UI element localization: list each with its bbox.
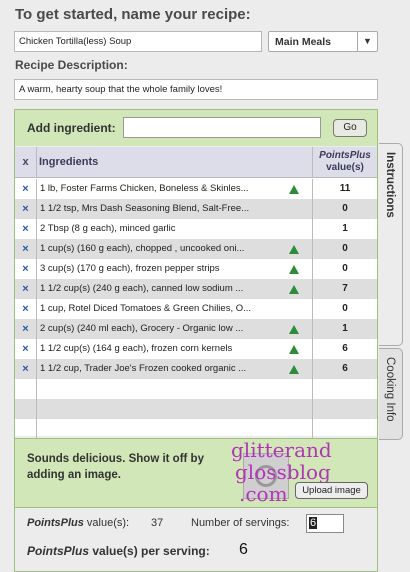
ingredient-text[interactable]: 1 cup, Rotel Diced Tomatoes & Green Chil…: [40, 299, 285, 319]
remove-ingredient-button[interactable]: ×: [15, 219, 37, 239]
remove-ingredient-button[interactable]: ×: [15, 199, 37, 219]
remove-column-header: x: [15, 147, 37, 178]
tab-cooking-info[interactable]: Cooking Info: [379, 348, 403, 440]
category-selected-value: Main Meals: [275, 36, 332, 48]
total-points-label: PointsPlus value(s):: [27, 517, 129, 529]
table-row: × 3 cup(s) (170 g each), frozen pepper st…: [15, 259, 377, 279]
points-column-header: PointsPlus value(s): [312, 147, 377, 178]
tab-cooking-info-label: Cooking Info: [384, 357, 396, 422]
green-triangle-icon: [289, 185, 299, 194]
category-select[interactable]: Main Meals ▼: [268, 31, 378, 52]
remove-ingredient-button[interactable]: ×: [15, 359, 37, 379]
watermark-line-2: glossblog: [235, 460, 331, 484]
empty-row-cell: [312, 399, 377, 419]
table-row: × 1 lb, Foster Farms Chicken, Boneless & …: [15, 179, 377, 199]
ingredient-text[interactable]: 1 1/2 cup(s) (164 g each), frozen corn k…: [40, 339, 285, 359]
total-points-brand: PointsPlus: [27, 517, 84, 529]
servings-value: 6: [309, 517, 318, 529]
description-input[interactable]: A warm, hearty soup that the whole famil…: [14, 79, 378, 100]
table-row: × 2 cup(s) (240 ml each), Grocery - Organ…: [15, 319, 377, 339]
remove-ingredient-button[interactable]: ×: [15, 339, 37, 359]
image-upload-bar: Sounds delicious. Show it off by adding …: [15, 438, 377, 508]
description-label: Recipe Description:: [15, 58, 128, 72]
ingredient-text[interactable]: 1 cup(s) (160 g each), chopped , uncooke…: [40, 239, 285, 259]
servings-input[interactable]: 6: [306, 514, 344, 533]
recipe-builder-panel: Add ingredient: Go x Ingredients PointsP…: [14, 109, 378, 572]
page-title: To get started, name your recipe:: [15, 6, 251, 23]
ingredient-text[interactable]: 1 1/2 cup, Trader Joe's Frozen cooked or…: [40, 359, 285, 379]
ingredient-points: 1: [312, 219, 377, 239]
table-row: × 1 1/2 cup(s) (240 g each), canned low s…: [15, 279, 377, 299]
green-triangle-icon: [289, 245, 299, 254]
add-ingredient-bar: Add ingredient: Go: [15, 110, 377, 146]
empty-row-cell: [15, 419, 37, 439]
green-triangle-icon: [289, 285, 299, 294]
total-points-value: 37: [151, 517, 164, 529]
recipe-name-input[interactable]: Chicken Tortilla(less) Soup: [14, 31, 262, 52]
ingredient-points: 6: [312, 359, 377, 379]
table-row: × 1 1/2 tsp, Mrs Dash Seasoning Blend, Sa…: [15, 199, 377, 219]
empty-row-cell: [312, 379, 377, 399]
per-serving-value: 6: [239, 541, 248, 558]
table-row: × 1 cup(s) (160 g each), chopped , uncook…: [15, 239, 377, 259]
ingredient-points: 0: [312, 239, 377, 259]
ingredient-points: 7: [312, 279, 377, 299]
points-summary: PointsPlus value(s): 37 Number of servin…: [15, 509, 377, 571]
remove-ingredient-button[interactable]: ×: [15, 319, 37, 339]
tab-instructions-label: Instructions: [384, 152, 396, 218]
servings-label: Number of servings:: [191, 517, 290, 529]
add-ingredient-label: Add ingredient:: [27, 121, 116, 135]
ingredient-text[interactable]: 1 1/2 cup(s) (240 g each), canned low so…: [40, 279, 285, 299]
ingredient-text[interactable]: 2 Tbsp (8 g each), minced garlic: [40, 219, 285, 239]
upload-image-button[interactable]: Upload image: [295, 482, 368, 499]
remove-ingredient-button[interactable]: ×: [15, 299, 37, 319]
chevron-down-icon[interactable]: ▼: [357, 32, 377, 51]
table-row: × 2 Tbsp (8 g each), minced garlic 1: [15, 219, 377, 239]
add-ingredient-input[interactable]: [123, 117, 321, 138]
watermark-line-1: glitterand: [231, 438, 332, 462]
ingredient-points: 0: [312, 299, 377, 319]
empty-row-cell: [15, 399, 37, 419]
empty-table-row: [15, 419, 377, 439]
ingredient-text[interactable]: 3 cup(s) (170 g each), frozen pepper str…: [40, 259, 285, 279]
points-header-unit: value(s): [326, 162, 364, 173]
ingredient-text[interactable]: 1 1/2 tsp, Mrs Dash Seasoning Blend, Sal…: [40, 199, 285, 219]
per-serving-brand: PointsPlus: [27, 544, 90, 558]
remove-ingredient-button[interactable]: ×: [15, 179, 37, 199]
go-button[interactable]: Go: [333, 119, 367, 137]
ingredient-points: 0: [312, 259, 377, 279]
remove-ingredient-button[interactable]: ×: [15, 239, 37, 259]
green-triangle-icon: [289, 365, 299, 374]
green-triangle-icon: [289, 325, 299, 334]
empty-table-row: [15, 399, 377, 419]
green-triangle-icon: [289, 265, 299, 274]
ingredient-points: 1: [312, 319, 377, 339]
table-row: × 1 cup, Rotel Diced Tomatoes & Green Chi…: [15, 299, 377, 319]
table-row: × 1 1/2 cup, Trader Joe's Frozen cooked o…: [15, 359, 377, 379]
ingredient-text[interactable]: 1 lb, Foster Farms Chicken, Boneless & S…: [40, 179, 285, 199]
tab-instructions[interactable]: Instructions: [379, 143, 403, 346]
ingredient-text[interactable]: 2 cup(s) (240 ml each), Grocery - Organi…: [40, 319, 285, 339]
empty-row-cell: [15, 379, 37, 399]
green-triangle-icon: [289, 345, 299, 354]
points-header-brand: PointsPlus: [319, 150, 371, 161]
per-serving-label: PointsPlus value(s) per serving:: [27, 544, 210, 558]
empty-table-row: [15, 379, 377, 399]
ingredients-column-header: Ingredients: [39, 156, 99, 168]
image-prompt-text: Sounds delicious. Show it off by adding …: [27, 453, 204, 481]
total-points-unit: value(s):: [83, 517, 130, 529]
per-serving-unit: value(s) per serving:: [89, 544, 210, 558]
ingredient-points: 0: [312, 199, 377, 219]
table-row: × 1 1/2 cup(s) (164 g each), frozen corn …: [15, 339, 377, 359]
empty-row-cell: [312, 419, 377, 439]
table-header: x Ingredients PointsPlus value(s): [15, 147, 377, 178]
ingredient-points: 6: [312, 339, 377, 359]
remove-ingredient-button[interactable]: ×: [15, 259, 37, 279]
ingredients-table: x Ingredients PointsPlus value(s) × 1 lb,…: [15, 147, 377, 439]
ingredient-points: 11: [312, 179, 377, 199]
remove-ingredient-button[interactable]: ×: [15, 279, 37, 299]
